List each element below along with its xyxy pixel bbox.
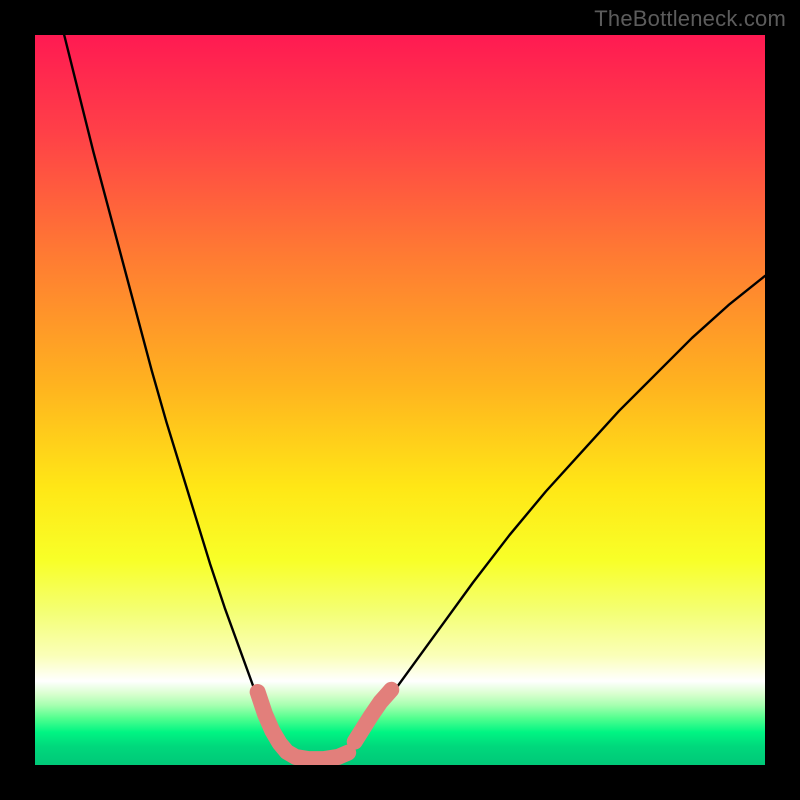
watermark-text: TheBottleneck.com (594, 6, 786, 32)
series-right-curve (349, 276, 765, 751)
series-left-marker-band (258, 692, 349, 759)
plot-area (35, 35, 765, 765)
chart-frame: TheBottleneck.com (0, 0, 800, 800)
curves-layer (35, 35, 765, 765)
series-right-marker-band (355, 690, 392, 742)
series-left-curve (64, 35, 287, 754)
